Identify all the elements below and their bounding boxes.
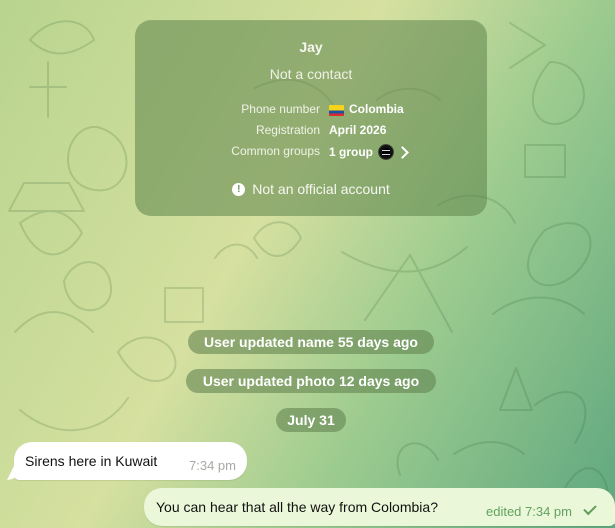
- contact-status: Not a contact: [269, 66, 353, 82]
- common-groups-label: Common groups: [231, 144, 320, 158]
- phone-number-label: Phone number: [241, 102, 320, 116]
- outgoing-message-text: You can hear that all the way from Colom…: [156, 499, 438, 515]
- phone-number-row: Phone number Colombia: [135, 102, 487, 122]
- exclamation-circle-icon: !: [232, 182, 246, 196]
- official-account-text: Not an official account: [252, 181, 390, 197]
- checkmark-icon: [583, 501, 597, 516]
- name-update-service-message: User updated name 55 days ago: [188, 330, 434, 354]
- date-separator: July 31: [276, 408, 346, 432]
- phone-country: Colombia: [349, 102, 404, 116]
- chevron-right-icon: [396, 145, 409, 159]
- registration-value: April 2026: [329, 123, 387, 137]
- outgoing-message-time: edited 7:34 pm: [485, 504, 572, 519]
- incoming-message-text: Sirens here in Kuwait: [25, 453, 158, 469]
- common-groups-count: 1 group: [329, 145, 373, 159]
- common-groups-row[interactable]: Common groups 1 group: [135, 144, 487, 164]
- registration-row: Registration April 2026: [135, 123, 487, 143]
- photo-update-service-message: User updated photo 12 days ago: [186, 369, 436, 393]
- registration-label: Registration: [255, 123, 320, 137]
- profile-name: Jay: [299, 39, 323, 55]
- outgoing-message-bubble[interactable]: You can hear that all the way from Colom…: [144, 488, 615, 526]
- group-avatar-icon: [378, 144, 394, 160]
- incoming-message-bubble[interactable]: Sirens here in Kuwait 7:34 pm: [14, 442, 247, 480]
- official-account-notice: ! Not an official account: [135, 181, 487, 197]
- profile-info-card: Jay Not a contact Phone number Colombia …: [135, 20, 487, 216]
- chat-view: Jay Not a contact Phone number Colombia …: [0, 0, 615, 528]
- common-groups-link[interactable]: 1 group: [329, 144, 409, 160]
- colombia-flag-icon: [329, 104, 344, 116]
- phone-number-value: Colombia: [329, 102, 404, 116]
- incoming-message-time: 7:34 pm: [189, 458, 236, 473]
